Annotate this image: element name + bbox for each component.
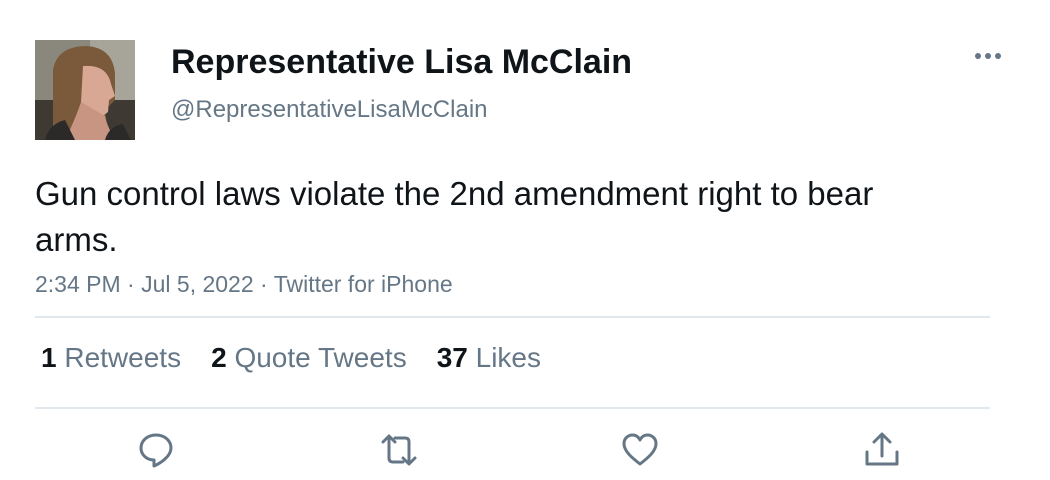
quote-tweets-label: Quote Tweets — [234, 342, 407, 373]
reply-icon[interactable] — [136, 430, 176, 470]
avatar[interactable] — [35, 40, 135, 140]
quote-tweets-stat[interactable]: 2 Quote Tweets — [211, 342, 407, 374]
likes-stat[interactable]: 37 Likes — [437, 342, 541, 374]
avatar-image — [35, 40, 135, 140]
tweet-stats: 1 Retweets 2 Quote Tweets 37 Likes — [41, 342, 541, 374]
tweet-date[interactable]: Jul 5, 2022 — [141, 271, 254, 297]
more-horizontal-icon[interactable] — [972, 44, 1004, 68]
retweets-stat[interactable]: 1 Retweets — [41, 342, 181, 374]
likes-count: 37 — [436, 342, 468, 373]
share-icon[interactable] — [862, 430, 902, 470]
quote-tweets-count: 2 — [211, 342, 227, 373]
retweet-icon[interactable] — [379, 430, 419, 470]
display-name[interactable]: Representative Lisa McClain — [171, 43, 632, 82]
likes-label: Likes — [475, 342, 542, 373]
tweet-time[interactable]: 2:34 PM — [35, 271, 121, 297]
retweets-label: Retweets — [64, 342, 182, 373]
tweet-meta: 2:34 PM · Jul 5, 2022 · Twitter for iPho… — [35, 271, 453, 298]
tweet-source[interactable]: Twitter for iPhone — [274, 271, 453, 297]
user-handle[interactable]: @RepresentativeLisaMcClain — [171, 96, 488, 124]
meta-separator: · — [127, 271, 135, 297]
tweet-text: Gun control laws violate the 2nd amendme… — [35, 175, 874, 258]
meta-separator: · — [260, 271, 268, 297]
retweets-count: 1 — [41, 342, 57, 373]
tweet-card: Representative Lisa McClain @Representat… — [0, 0, 1050, 480]
divider — [35, 407, 990, 409]
heart-icon[interactable] — [620, 430, 660, 470]
divider — [35, 316, 990, 318]
